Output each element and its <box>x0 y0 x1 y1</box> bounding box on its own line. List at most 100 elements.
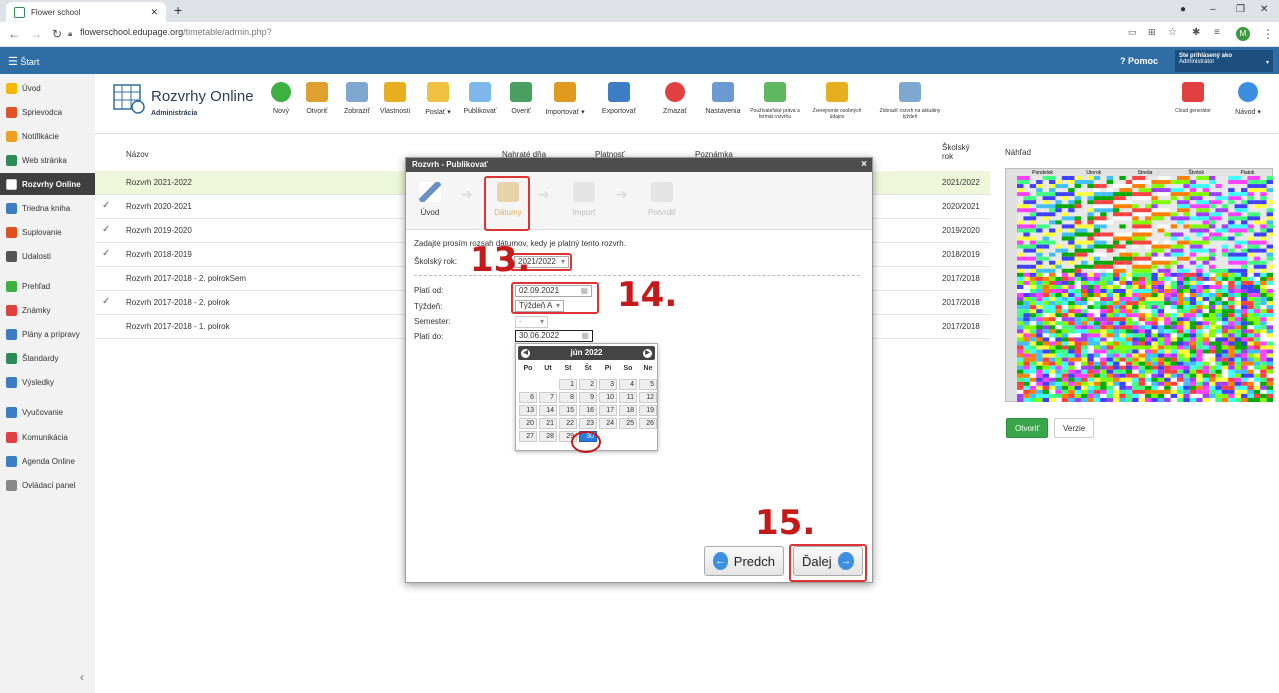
calendar-day[interactable]: 17 <box>599 405 617 416</box>
calendar-day[interactable]: 20 <box>519 418 537 429</box>
calendar-day[interactable]: 19 <box>639 405 657 416</box>
calendar-day[interactable]: 12 <box>639 392 657 403</box>
minimize-icon[interactable]: – <box>1210 4 1216 15</box>
date-picker-icon[interactable]: ▦ <box>581 331 589 341</box>
step-import[interactable]: Import <box>562 182 606 217</box>
calendar-day[interactable]: 1 <box>559 379 577 390</box>
toolbar-button[interactable]: Zverejnenie osobných údajov <box>805 80 869 120</box>
step-confirm[interactable]: Potvrdiť <box>640 182 684 217</box>
preview-cell <box>1209 264 1216 269</box>
toolbar-button[interactable]: Publikovať <box>459 80 501 115</box>
calendar-day[interactable]: 15 <box>559 405 577 416</box>
toolbar-button[interactable]: Poslať ▾ <box>420 80 456 116</box>
new-tab-icon[interactable]: + <box>174 2 182 18</box>
sidebar-item[interactable]: Plány a prípravy <box>0 323 95 345</box>
sidebar-item[interactable]: Suplovanie <box>0 221 95 243</box>
calendar-day[interactable]: 3 <box>599 379 617 390</box>
calendar-day[interactable]: 21 <box>539 418 557 429</box>
qr-icon[interactable]: ⊞ <box>1148 27 1156 38</box>
sidebar-item[interactable]: Výsledky <box>0 371 95 393</box>
calendar-day[interactable]: 25 <box>619 418 637 429</box>
toolbar-button[interactable]: Zmazať <box>655 80 695 115</box>
browser-tab[interactable]: Flower school ✕ <box>6 2 166 22</box>
calendar-day[interactable]: 22 <box>559 418 577 429</box>
sidebar-item[interactable]: Udalosti <box>0 245 95 267</box>
calendar-day[interactable]: 11 <box>619 392 637 403</box>
next-month-icon[interactable]: ▶ <box>643 349 652 358</box>
menu-dots-icon[interactable]: ⋮ <box>1262 27 1274 41</box>
calendar-day[interactable]: 8 <box>559 392 577 403</box>
help-button[interactable]: ? Pomoc <box>1120 56 1158 66</box>
calendar-day[interactable]: 6 <box>519 392 537 403</box>
user-menu[interactable]: Ste prihlásený ako Administrátor ▾ <box>1175 50 1273 72</box>
sidebar-item[interactable]: Prehľad <box>0 275 95 297</box>
collapse-sidebar-icon[interactable]: ‹ <box>80 670 84 684</box>
calendar-day[interactable]: 24 <box>599 418 617 429</box>
step-intro[interactable]: Úvod <box>408 182 452 217</box>
open-preview-button[interactable]: Otvoriť <box>1006 418 1049 438</box>
calendar-day[interactable]: 14 <box>539 405 557 416</box>
profile-circle-icon[interactable]: ● <box>1180 4 1186 15</box>
toolbar-button[interactable]: Zobraziť rozvrh na aktuálny týždeň <box>877 80 943 120</box>
calendar-day[interactable]: 28 <box>539 431 557 442</box>
preview-cell <box>1042 236 1049 241</box>
calendar-day[interactable]: 23 <box>579 418 597 429</box>
toolbar-button[interactable]: Nový <box>265 80 297 115</box>
prev-button[interactable]: ← Predch <box>704 546 784 576</box>
toolbar-button[interactable]: Nastavenia <box>699 80 747 115</box>
back-icon[interactable]: ← <box>8 27 20 41</box>
toolbar-button[interactable]: Exportovať <box>593 80 645 115</box>
toolbar-button[interactable]: Overiť <box>507 80 535 115</box>
calendar-day[interactable]: 2 <box>579 379 597 390</box>
dialog-close-icon[interactable]: × <box>861 159 867 170</box>
sidebar-item[interactable]: Známky <box>0 299 95 321</box>
calendar-day[interactable]: 7 <box>539 392 557 403</box>
maximize-icon[interactable]: ❐ <box>1236 4 1245 15</box>
sidebar-item[interactable]: Štandardy <box>0 347 95 369</box>
sidebar-item[interactable]: Úvod <box>0 77 95 99</box>
calendar-day[interactable]: 26 <box>639 418 657 429</box>
calendar-day[interactable]: 27 <box>519 431 537 442</box>
versions-button[interactable]: Verzie <box>1054 418 1095 438</box>
calendar-day[interactable]: 9 <box>579 392 597 403</box>
sidebar-item[interactable]: Rozvrhy Online <box>0 173 95 195</box>
col-name-header[interactable]: Názov <box>126 150 149 159</box>
forward-icon[interactable]: → <box>30 27 42 41</box>
reading-list-icon[interactable]: ≡ <box>1214 27 1220 38</box>
sidebar-item[interactable]: Triedna kniha <box>0 197 95 219</box>
col-year-header[interactable]: Školský rok <box>942 143 982 161</box>
calendar-day[interactable]: 5 <box>639 379 657 390</box>
preview-cell <box>1189 264 1197 269</box>
sidebar-item[interactable]: Komunikácia <box>0 426 95 448</box>
calendar-day[interactable]: 16 <box>579 405 597 416</box>
sidebar-item[interactable]: Web stránka <box>0 149 95 171</box>
reload-icon[interactable]: ↻ <box>52 27 62 41</box>
toolbar-button[interactable]: Otvoriť <box>301 80 333 115</box>
close-tab-icon[interactable]: ✕ <box>150 7 158 18</box>
calendar-day[interactable]: 10 <box>599 392 617 403</box>
profile-avatar[interactable]: M <box>1236 27 1250 41</box>
close-window-icon[interactable]: ✕ <box>1260 4 1268 15</box>
sidebar-item[interactable]: Notifikácie <box>0 125 95 147</box>
calendar-day[interactable]: 4 <box>619 379 637 390</box>
toolbar-button[interactable]: Cloud generátor <box>1165 80 1221 114</box>
start-menu-button[interactable]: ☰ Štart <box>8 55 39 68</box>
semester-select[interactable]: - ▾ <box>515 316 548 328</box>
valid-to-input[interactable]: 30.06.2022 ▦ <box>515 330 593 342</box>
bookmark-star-icon[interactable]: ☆ <box>1168 27 1177 38</box>
sidebar-item[interactable]: Sprievodca <box>0 101 95 123</box>
calendar-day[interactable]: 13 <box>519 405 537 416</box>
toolbar-button[interactable]: Vlastnosti <box>375 80 415 115</box>
url-field[interactable]: flowerschool.edupage.org/timetable/admin… <box>80 27 272 37</box>
calendar-day[interactable]: 18 <box>619 405 637 416</box>
sidebar-item[interactable]: Agenda Online <box>0 450 95 472</box>
toolbar-button[interactable]: Používateľské práva a formát rozvrhu <box>750 80 800 120</box>
cast-icon[interactable]: ▭ <box>1128 27 1137 38</box>
prev-month-icon[interactable]: ◀ <box>521 349 530 358</box>
sidebar-item[interactable]: Vyučovanie <box>0 401 95 423</box>
extensions-icon[interactable]: ✱ <box>1192 27 1200 38</box>
toolbar-button[interactable]: Importovať ▾ <box>542 80 588 116</box>
toolbar-button[interactable]: Zobraziť <box>339 80 375 115</box>
toolbar-button[interactable]: Návod ▾ <box>1229 80 1267 116</box>
sidebar-item[interactable]: Ovládací panel <box>0 474 95 496</box>
